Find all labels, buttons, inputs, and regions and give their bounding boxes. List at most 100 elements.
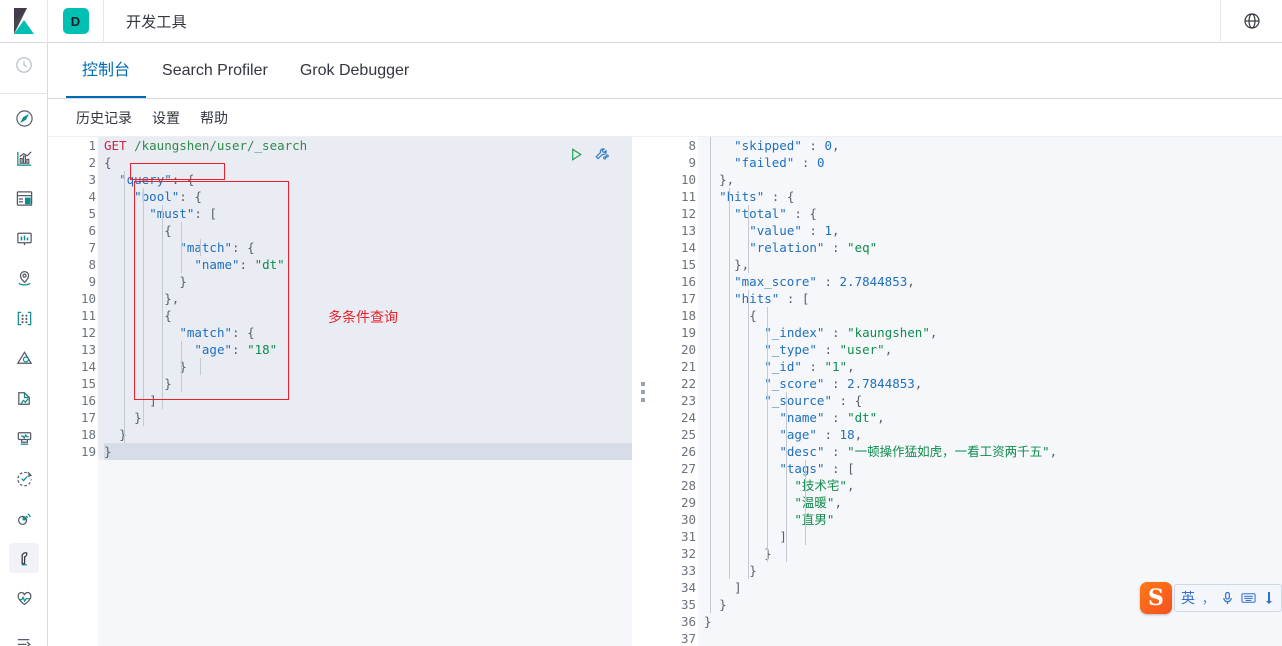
code-line: "hits" : [ — [734, 291, 810, 306]
code-line: "relation" : "eq" — [749, 240, 878, 255]
heartbeat-icon — [9, 583, 39, 613]
sidebar-item-recently-viewed[interactable] — [0, 43, 48, 87]
ime-microphone-icon[interactable] — [1221, 591, 1234, 606]
sidebar-item-monitoring[interactable] — [0, 578, 48, 618]
compass-icon — [9, 103, 39, 133]
dev-tools-tabs: 控制台 Search Profiler Grok Debugger — [48, 43, 1282, 99]
indent-guide — [748, 205, 749, 273]
line-number: 18▾ — [652, 307, 708, 324]
indent-guide — [805, 460, 806, 545]
code-line: } — [179, 359, 187, 374]
line-number: 28 — [680, 478, 696, 493]
line-number: 8 — [88, 257, 96, 272]
code-line: "must": [ — [149, 206, 217, 221]
line-number: 27▾ — [652, 460, 708, 477]
pane-resize-handle[interactable] — [634, 137, 652, 646]
request-pane[interactable]: 12▾3▾4▾5▾6▾7▾89▴10▴11▾12▾1314▴15▴16▴17▴1… — [48, 137, 632, 646]
uptime-icon — [9, 463, 39, 493]
sidebar-item-machine-learning[interactable] — [0, 298, 48, 338]
indent-guide — [767, 307, 768, 562]
ime-panel: 英 ， — [1174, 584, 1282, 612]
request-action-icons — [568, 144, 628, 164]
line-number: 30 — [680, 512, 696, 527]
sidebar-item-discover[interactable] — [0, 98, 48, 138]
line-number: 14 — [680, 240, 696, 255]
code-line: "_index" : "kaungshen", — [764, 325, 938, 340]
primary-nav-rail — [0, 43, 48, 646]
indent-guide — [729, 188, 730, 579]
line-number: 2▾ — [48, 154, 108, 171]
code-line: ] — [779, 529, 787, 544]
code-line: "_source" : { — [764, 393, 863, 408]
ime-keyboard-icon[interactable] — [1241, 592, 1256, 604]
apm-icon — [9, 423, 39, 453]
space-avatar: D — [62, 8, 89, 34]
line-number: 25 — [680, 427, 696, 442]
page-title: 开发工具 — [126, 13, 187, 31]
play-icon[interactable] — [568, 146, 585, 163]
line-number: 17▾ — [652, 290, 708, 307]
sidebar-item-visualize[interactable] — [0, 138, 48, 178]
indent-guide — [748, 290, 749, 579]
sidebar-item-uptime[interactable] — [0, 458, 48, 498]
sidebar-item-apm[interactable] — [0, 418, 48, 458]
nav-divider — [0, 93, 48, 94]
code-line: }, — [719, 172, 735, 187]
code-line: "total" : { — [734, 206, 817, 221]
line-number: 16▴ — [48, 392, 108, 409]
logs-icon — [9, 383, 39, 413]
console-editors: 12▾3▾4▾5▾6▾7▾89▴10▴11▾12▾1314▴15▴16▴17▴1… — [48, 137, 1282, 646]
ime-language-toggle[interactable]: 英 — [1181, 588, 1195, 608]
space-selector[interactable]: D — [48, 0, 104, 43]
request-code[interactable]: GET /kaungshen/user/_search{ "query": { … — [98, 137, 632, 460]
sidebar-item-canvas[interactable] — [0, 218, 48, 258]
code-line: "温暖", — [794, 495, 842, 510]
tab-search-profiler[interactable]: Search Profiler — [146, 44, 284, 98]
sogou-input-method-bar[interactable]: S 英 ， — [1140, 581, 1282, 615]
request-gutter[interactable]: 12▾3▾4▾5▾6▾7▾89▴10▴11▾12▾1314▴15▴16▴17▴1… — [48, 137, 108, 646]
line-number: 20 — [680, 342, 696, 357]
code-line: "技术宅", — [794, 478, 855, 493]
response-pane[interactable]: 8 910▴11▾12▾13 1415▴1617▾18▾19 20 21 2223▾24 2… — [652, 137, 1282, 646]
sogou-logo-icon[interactable]: S — [1140, 582, 1172, 614]
line-number: 4▾ — [48, 188, 108, 205]
sidebar-item-infrastructure[interactable] — [0, 338, 48, 378]
line-number: 7▾ — [48, 239, 108, 256]
code-line: "skipped" : 0, — [734, 138, 840, 153]
sidebar-item-maps[interactable] — [0, 258, 48, 298]
indent-guide — [786, 392, 787, 562]
sidebar-item-siem[interactable] — [0, 498, 48, 538]
line-number: 14▴ — [48, 358, 108, 375]
ime-toolbox-icon[interactable] — [1263, 591, 1275, 605]
code-line: "name": "dt" — [194, 257, 285, 272]
code-line: GET /kaungshen/user/_search — [104, 138, 308, 153]
line-number: 37 — [680, 631, 696, 646]
line-number: 10▴ — [652, 171, 708, 188]
kibana-home-link[interactable] — [0, 0, 48, 43]
console-settings-button[interactable]: 设置 — [142, 108, 190, 128]
annotation-label: 多条件查询 — [328, 310, 398, 326]
ime-punctuation-toggle[interactable]: ， — [1202, 590, 1214, 607]
indent-guide — [200, 239, 201, 256]
line-number: 35▴ — [652, 596, 708, 613]
tab-console[interactable]: 控制台 — [66, 44, 147, 98]
line-number: 32▴ — [652, 545, 708, 562]
console-help-button[interactable]: 帮助 — [190, 108, 238, 128]
code-line: } — [749, 563, 757, 578]
line-number: 34▴ — [652, 579, 708, 596]
line-number: 15▴ — [652, 256, 708, 273]
sidebar-item-logs[interactable] — [0, 378, 48, 418]
code-line: } — [704, 614, 712, 629]
sidebar-item-dev-tools[interactable] — [0, 538, 48, 578]
line-number: 26 — [680, 444, 696, 459]
console-history-button[interactable]: 历史记录 — [66, 108, 142, 128]
tab-grok-debugger[interactable]: Grok Debugger — [284, 44, 425, 98]
wrench-icon[interactable] — [593, 146, 610, 163]
sidebar-item-collapse-nav[interactable] — [0, 622, 48, 646]
code-line: } — [134, 410, 142, 425]
response-code[interactable]: "skipped" : 0, "failed" : 0 }, "hits" : … — [698, 137, 1282, 646]
line-number: 29 — [680, 495, 696, 510]
help-menu-button[interactable] — [1220, 0, 1282, 43]
sidebar-item-dashboard[interactable] — [0, 178, 48, 218]
line-number: 16 — [680, 274, 696, 289]
